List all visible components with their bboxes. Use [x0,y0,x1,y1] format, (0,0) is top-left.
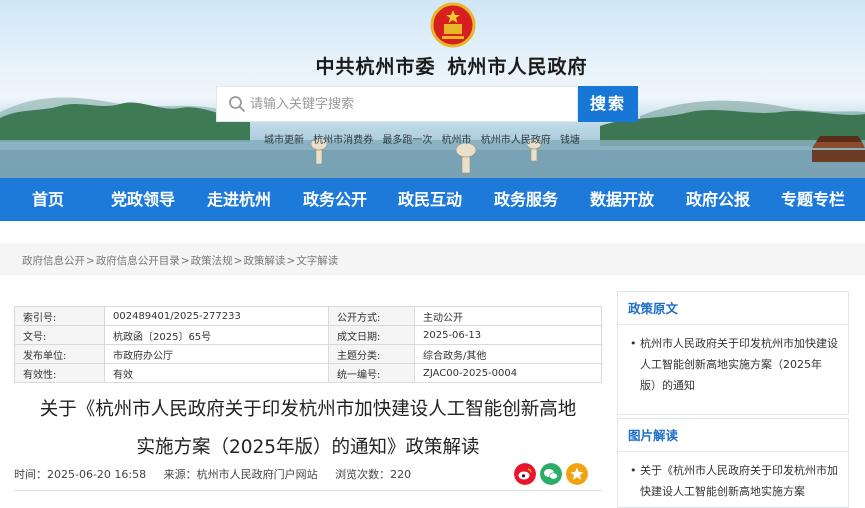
article-title-line: 关于《杭州市人民政府关于印发杭州市加快建设人工智能创新高地 [39,399,577,420]
site-title: 中共杭州市委 杭州市人民政府 [0,52,865,79]
nav-gov-gazette[interactable]: 政府公报 [686,178,750,221]
breadcrumb-item[interactable]: 政策解读 [243,255,285,267]
meta-value: 有效 [104,363,329,383]
hot-word[interactable]: 最多跑一次 [382,135,432,146]
breadcrumb-item[interactable]: 政府信息公开 [22,255,85,267]
search-icon [229,96,245,112]
table-row: 有效性: 有效 统一编号: ZJAC00-2025-0004 [14,363,602,383]
image-interpretation-panel: 图片解读 • 关于《杭州市人民政府关于印发杭州市加快建设人工智能创新高地实施方案 [617,418,849,508]
site-title-government: 杭州市人民政府 [447,56,588,78]
hot-word[interactable]: 杭州市 [442,135,472,146]
table-row: 发布单位: 市政府办公厅 主题分类: 综合政务/其他 [14,344,602,364]
divider [14,490,602,491]
nav-services[interactable]: 政务服务 [494,178,558,221]
nav-about-hangzhou[interactable]: 走进杭州 [207,178,271,221]
meta-value: 002489401/2025-277233 [104,306,329,326]
meta-key: 有效性: [14,363,105,383]
meta-key: 成文日期: [328,325,415,345]
nav-interaction[interactable]: 政民互动 [398,178,462,221]
search-button[interactable]: 搜索 [578,86,638,122]
policy-original-panel: 政策原文 • 杭州市人民政府关于印发杭州市加快建设人工智能创新高地实施方案（20… [617,291,849,415]
article-title: 关于《杭州市人民政府关于印发杭州市加快建设人工智能创新高地 实施方案（2025年… [14,391,602,467]
national-emblem-icon [430,2,476,48]
breadcrumb-item[interactable]: 政府信息公开目录 [96,255,180,267]
article-info: 时间：2025-06-20 16:58 来源：杭州市人民政府门户网站 浏览次数：… [14,466,425,482]
meta-key: 发布单位: [14,344,105,364]
article-title-line: 实施方案（2025年版）的通知》政策解读 [136,437,480,458]
meta-key: 统一编号: [328,363,415,383]
meta-value: 市政府办公厅 [104,344,329,364]
breadcrumb-item[interactable]: 文字解读 [296,255,338,267]
article-source: 来源：杭州市人民政府门户网站 [163,468,318,481]
publish-time: 时间：2025-06-20 16:58 [14,468,147,481]
policy-original-link-text[interactable]: 杭州市人民政府关于印发杭州市加快建设人工智能创新高地实施方案（2025年版）的通… [630,333,838,396]
policy-original-heading: 政策原文 [618,292,848,325]
hot-word[interactable]: 城市更新 [264,135,304,146]
meta-key: 主题分类: [328,344,415,364]
meta-value: 杭政函〔2025〕65号 [104,325,329,345]
hot-words: 城市更新 杭州市消费券 最多跑一次 杭州市 杭州市人民政府 钱塘 [264,131,586,146]
hot-word[interactable]: 钱塘 [560,135,580,146]
image-interpretation-link[interactable]: • 关于《杭州市人民政府关于印发杭州市加快建设人工智能创新高地实施方案 [618,452,848,502]
header-banner: 中共杭州市委杭州市人民政府 搜索 城市更新 杭州市消费券 最多跑一次 杭州市 杭… [0,0,865,178]
table-row: 文号: 杭政函〔2025〕65号 成文日期: 2025-06-13 [14,325,602,345]
meta-key: 索引号: [14,306,105,326]
hot-word[interactable]: 杭州市人民政府 [481,135,551,146]
site-title-party: 中共杭州市委 [315,56,436,78]
nav-home[interactable]: 首页 [32,178,64,221]
hot-word[interactable]: 杭州市消费券 [313,135,373,146]
view-count: 浏览次数：220 [335,468,412,481]
meta-value: 综合政务/其他 [414,344,602,364]
table-row: 索引号: 002489401/2025-277233 公开方式: 主动公开 [14,306,602,326]
wechat-share-icon[interactable] [540,463,562,485]
weibo-share-icon[interactable] [514,463,536,485]
breadcrumb: 政府信息公开>政府信息公开目录>政策法规>政策解读>文字解读 [22,255,339,267]
policy-original-link[interactable]: • 杭州市人民政府关于印发杭州市加快建设人工智能创新高地实施方案（2025年版）… [618,325,848,396]
meta-value: 2025-06-13 [414,325,602,345]
breadcrumb-item[interactable]: 政策法规 [191,255,233,267]
bullet-icon: • [630,337,637,350]
meta-value: 主动公开 [414,306,602,326]
meta-key: 公开方式: [328,306,415,326]
document-meta-table: 索引号: 002489401/2025-277233 公开方式: 主动公开 文号… [14,306,602,383]
meta-value: ZJAC00-2025-0004 [414,363,602,383]
image-interpretation-heading: 图片解读 [618,419,848,452]
meta-key: 文号: [14,325,105,345]
bullet-icon: • [630,464,637,477]
favorite-share-icon[interactable] [566,463,588,485]
nav-open-data[interactable]: 数据开放 [590,178,654,221]
image-interpretation-link-text[interactable]: 关于《杭州市人民政府关于印发杭州市加快建设人工智能创新高地实施方案 [630,460,838,502]
main-nav: 首页 党政领导 走进杭州 政务公开 政民互动 政务服务 数据开放 政府公报 专题… [0,178,865,221]
nav-special-topics[interactable]: 专题专栏 [781,178,845,221]
nav-party-leaders[interactable]: 党政领导 [111,178,175,221]
search-input[interactable] [250,89,570,119]
nav-gov-affairs-open[interactable]: 政务公开 [303,178,367,221]
